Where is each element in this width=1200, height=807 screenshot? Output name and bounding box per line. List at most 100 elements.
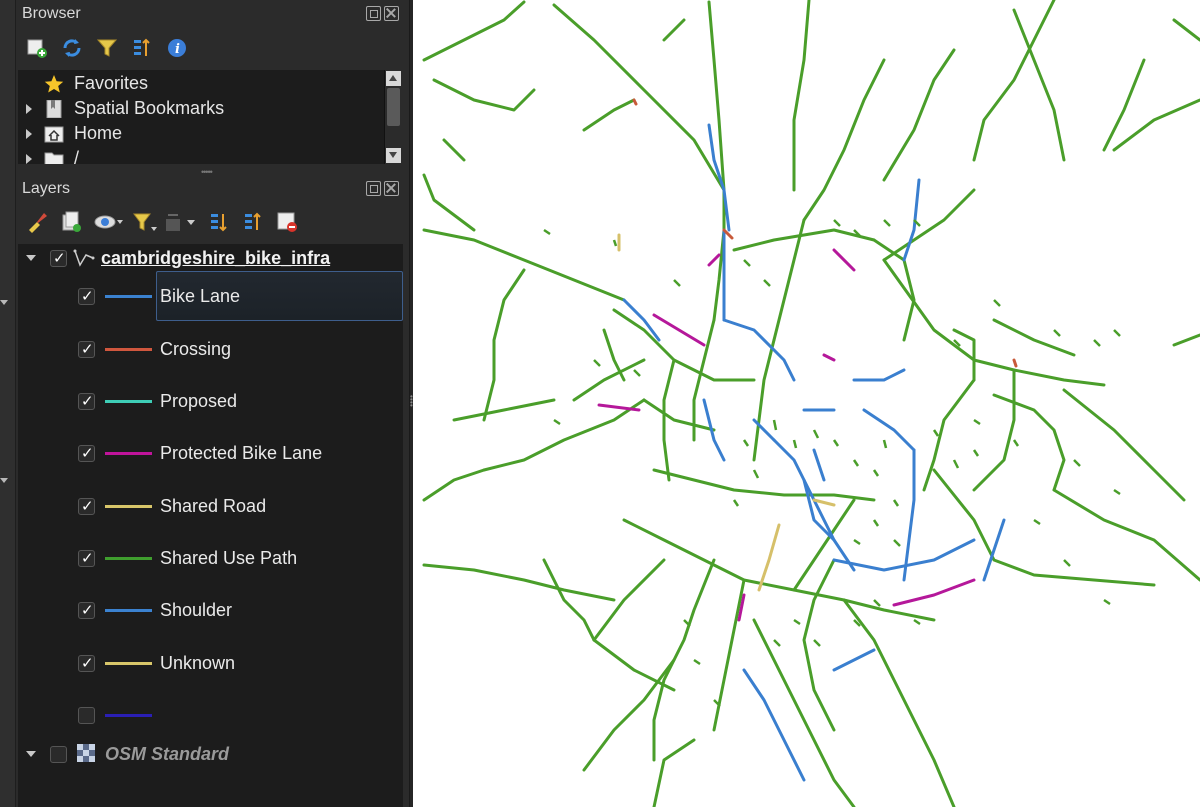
layer-visibility-checkbox[interactable] [50,249,67,267]
legend-item-proposed[interactable]: Proposed [78,388,463,414]
layers-title-buttons [366,181,399,196]
legend-item-unknown[interactable]: Unknown [78,650,463,676]
browser-panel-title: Browser [22,5,81,22]
shared-road-lines [617,233,836,592]
legend-class-checkbox[interactable] [78,392,95,410]
tree-item-spatial-bookmarks[interactable]: Spatial Bookmarks [18,96,224,121]
map-canvas[interactable] [414,0,1200,807]
layer-visibility-checkbox[interactable] [50,745,67,763]
remove-layer-icon[interactable] [276,211,298,233]
legend-class-checkbox[interactable] [78,444,95,462]
expression-filter-icon[interactable] [164,211,200,233]
dock-splitter[interactable]: • • • • [409,0,413,807]
float-panel-icon[interactable] [366,181,381,196]
legend-class-label: Shoulder [160,599,233,620]
filter-legend-icon[interactable] [132,211,158,233]
legend-class-checkbox[interactable] [78,340,95,358]
bike-infra-map [422,0,1200,807]
browser-tree[interactable]: Favorites Spatial Bookmarks Home / [18,70,386,164]
tree-item-label: Favorites [74,73,149,93]
panel-splitter[interactable]: ••••• [201,167,213,177]
collapse-arrow-icon[interactable] [26,751,36,757]
line-symbol-swatch [105,294,152,298]
tree-item-label: Home [74,123,123,143]
browser-title-buttons [366,6,399,21]
layer-name: cambridgeshire_bike_infra [101,247,331,268]
legend-item-shared-use-path[interactable]: Shared Use Path [78,545,463,571]
visibility-eye-icon[interactable] [94,211,124,233]
legend-item-crossing[interactable]: Crossing [78,336,463,362]
star-icon [44,74,64,93]
rail-arrow-icon[interactable] [0,300,8,305]
layer-group-row[interactable]: cambridgeshire_bike_infra [18,245,403,271]
legend-class-checkbox[interactable] [78,601,95,619]
legend-class-label: Crossing [160,338,232,359]
line-symbol-swatch [105,608,152,612]
svg-text:i: i [175,42,180,57]
legend-class-checkbox[interactable] [78,497,95,515]
collapse-all-icon[interactable] [242,211,264,233]
scroll-up-icon[interactable] [386,71,401,86]
expand-all-icon[interactable] [208,211,230,233]
tree-item-label: Spatial Bookmarks [74,98,225,118]
line-layer-icon [73,248,95,268]
tree-item-root[interactable]: / [18,146,79,164]
layers-tree[interactable]: cambridgeshire_bike_infra Bike Lane Cros… [18,244,403,807]
legend-class-label: Unknown [160,652,236,673]
legend-class-checkbox[interactable] [78,549,95,567]
basemap-layer-row[interactable]: OSM Standard [18,741,403,767]
scroll-down-icon[interactable] [386,148,401,163]
expand-arrow-icon[interactable] [26,153,32,164]
close-panel-icon[interactable] [384,181,399,196]
legend-class-label: Shared Road [160,495,267,516]
browser-toolbar: i [26,37,201,59]
shared-use-path-lines [422,0,1200,807]
line-symbol-swatch [105,713,152,717]
legend-class-checkbox[interactable] [78,706,95,724]
left-dock-rail [0,0,16,807]
xyz-tile-icon [77,744,99,764]
legend-class-checkbox[interactable] [78,654,95,672]
tree-item-favorites[interactable]: Favorites [18,71,148,96]
expand-arrow-icon[interactable] [26,103,32,114]
browser-scrollbar[interactable] [384,70,401,164]
legend-class-label: Protected Bike Lane [160,442,323,463]
scattered-path-segments [543,219,1141,707]
legend-item-other[interactable] [78,702,463,728]
scroll-thumb[interactable] [387,88,400,126]
line-symbol-swatch [105,504,152,508]
bookmark-icon [44,99,64,118]
add-layer-icon[interactable] [26,37,48,59]
legend-item-bike-lane[interactable]: Bike Lane [78,283,463,309]
legend-item-shoulder[interactable]: Shoulder [78,597,463,623]
layers-panel-title: Layers [22,180,71,197]
legend-item-protected-bike-lane[interactable]: Protected Bike Lane [78,440,463,466]
legend-class-label: Bike Lane [160,285,241,306]
panels-dock: Browser i Favorites Spatial Bookmarks Ho… [16,0,413,807]
filter-icon[interactable] [96,37,118,59]
legend-class-label: Proposed [160,390,238,411]
collapse-all-icon[interactable] [131,37,153,59]
style-brush-icon[interactable] [26,211,48,233]
folder-icon [44,150,64,164]
float-panel-icon[interactable] [366,6,381,21]
layers-toolbar [26,211,311,233]
line-symbol-swatch [105,399,152,403]
legend-class-label: Shared Use Path [160,547,298,568]
tree-item-home[interactable]: Home [18,121,122,146]
bike-lane-lines [622,123,1006,782]
legend-class-checkbox[interactable] [78,287,95,305]
collapse-arrow-icon[interactable] [26,255,36,261]
refresh-icon[interactable] [61,37,83,59]
rail-arrow-icon[interactable] [0,478,8,483]
close-panel-icon[interactable] [384,6,399,21]
layer-name: OSM Standard [105,743,230,764]
info-icon[interactable]: i [166,37,188,59]
expand-arrow-icon[interactable] [26,128,32,139]
add-group-icon[interactable] [60,211,82,233]
line-symbol-swatch [105,556,152,560]
tree-item-label: / [74,148,80,164]
line-symbol-swatch [105,347,152,351]
legend-item-shared-road[interactable]: Shared Road [78,493,463,519]
splitter-grip-icon: • • • • [410,392,413,410]
